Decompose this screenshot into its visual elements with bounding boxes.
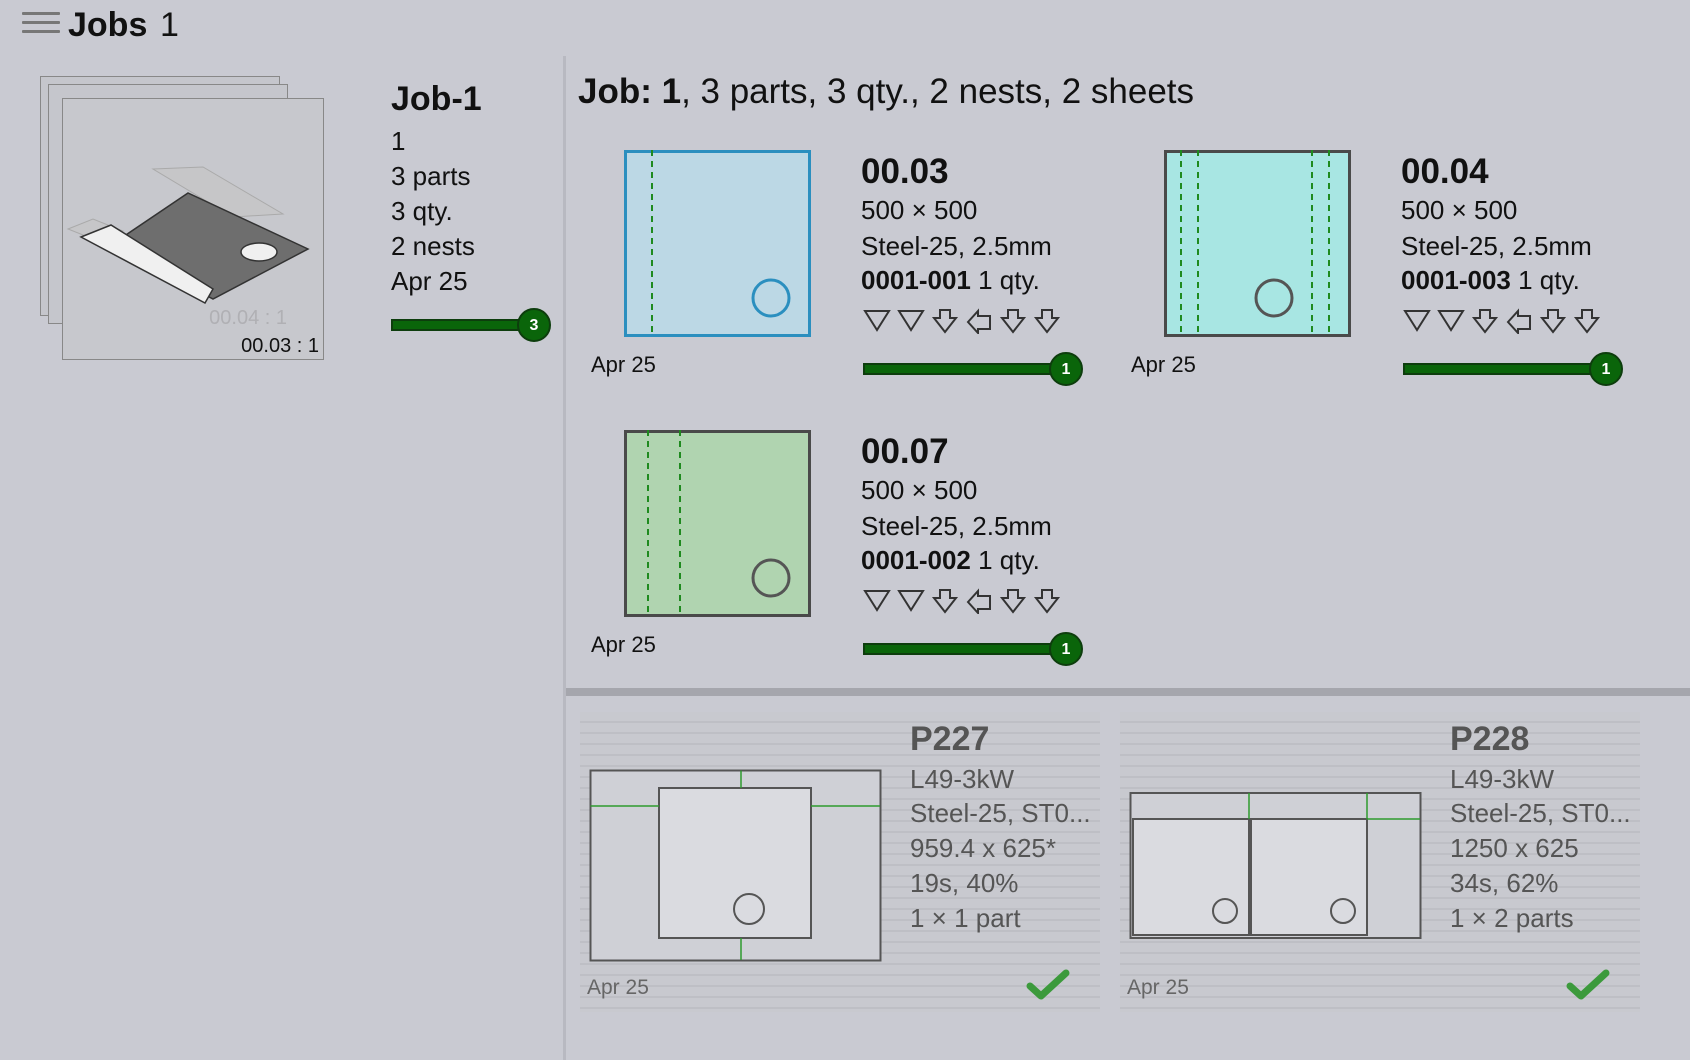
nest-sheet-preview [1129,792,1422,939]
bend-arrow-down-icon [931,589,959,614]
jobs-count: 1 [160,6,179,44]
nest-title: P227 [910,720,990,758]
page-title: Jobs [68,6,148,44]
job-thumbnail[interactable]: 00.04 : 1 00.03 : 1 [38,76,328,366]
job-nests: 2 nests [391,231,475,261]
job-qty: 3 qty. [391,196,453,226]
bend-down-icon [863,310,891,332]
part-material: Steel-25, 2.5mm [861,511,1052,541]
part-order: 0001-003 1 qty. [1401,265,1580,296]
part-card[interactable]: Apr 25 00.04 500 × 500 Steel-25, 2.5mm 0… [1131,150,1644,400]
job-summary-prefix: Job: 1 [578,72,682,111]
part-date: Apr 25 [1131,352,1196,377]
nest-material: Steel-25, ST0... [1450,798,1631,828]
nest-parts: 1 × 1 part [910,903,1021,933]
nest-parts: 1 × 2 parts [1450,903,1574,933]
part-size: 500 × 500 [1401,195,1518,225]
part-progress: 1 [863,352,1083,386]
bend-arrow-down-icon [1033,589,1061,614]
bend-arrow-down-icon [999,309,1027,334]
bend-down-icon [897,310,925,332]
part-date: Apr 25 [591,632,656,657]
bend-arrow-down-icon [1033,309,1061,334]
part-title: 00.04 [1401,152,1489,191]
part-operations [1403,308,1601,334]
check-icon [1026,969,1070,1000]
job-summary: Job: 1, 3 parts, 3 qty., 2 nests, 2 shee… [578,72,1194,112]
part-material: Steel-25, 2.5mm [1401,231,1592,261]
nest-date: Apr 25 [1127,976,1189,999]
nest-time: 34s, 62% [1450,868,1559,898]
part-qty: 1 qty. [978,265,1040,295]
job-summary-rest: , 3 parts, 3 qty., 2 nests, 2 sheets [681,72,1195,111]
part-title: 00.03 [861,152,949,191]
part-date: Apr 25 [591,352,656,377]
part-progress-badge: 1 [1049,632,1083,666]
nest-material: Steel-25, ST0... [910,798,1091,828]
part-progress-bar [863,363,1055,375]
job-name[interactable]: Job-1 [391,80,482,119]
part-3d-preview [66,166,310,305]
nest-time: 19s, 40% [910,868,1019,898]
nest-size: 1250 x 625 [1450,833,1579,863]
bend-arrow-left-icon [1506,308,1531,334]
nest-date: Apr 25 [587,976,649,999]
nest-card[interactable]: P228 L49-3kW Steel-25, ST0... 1250 x 625… [1120,712,1640,1012]
part-qty: 1 qty. [1518,265,1580,295]
nests-splitter[interactable] [566,688,1690,696]
thumb-front-label: 00.03 : 1 [241,335,319,357]
part-operations [863,308,1061,334]
job-progress-badge: 3 [517,308,551,342]
part-preview [1164,150,1351,337]
bend-arrow-left-icon [966,588,991,614]
part-progress: 1 [863,632,1083,666]
part-preview [624,150,811,337]
panel-splitter[interactable] [563,56,566,1060]
bend-arrow-down-icon [1539,309,1567,334]
part-card[interactable]: Apr 25 00.03 500 × 500 Steel-25, 2.5mm 0… [591,150,1104,400]
part-progress-bar [1403,363,1595,375]
check-icon [1566,969,1610,1000]
job-parts: 3 parts [391,161,471,191]
thumb-back-label: 00.04 : 1 [209,307,287,329]
job-progress: 3 [391,308,553,342]
nest-machine: L49-3kW [910,764,1015,794]
part-code: 0001-003 [1401,265,1511,295]
bend-down-icon [1403,310,1431,332]
part-card[interactable]: Apr 25 00.07 500 × 500 Steel-25, 2.5mm 0… [591,430,1104,680]
part-title: 00.07 [861,432,949,471]
job-number: 1 [391,126,406,156]
bend-arrow-down-icon [931,309,959,334]
job-date: Apr 25 [391,266,468,296]
part-progress: 1 [1403,352,1623,386]
part-material: Steel-25, 2.5mm [861,231,1052,261]
bend-arrow-down-icon [999,589,1027,614]
part-operations [863,588,1061,614]
part-code: 0001-001 [861,265,971,295]
nest-size: 959.4 x 625* [910,833,1057,863]
thumb-front-card: 00.04 : 1 00.03 : 1 [62,98,324,360]
bend-down-icon [897,590,925,612]
part-order: 0001-002 1 qty. [861,545,1040,576]
bend-arrow-down-icon [1471,309,1499,334]
part-progress-badge: 1 [1049,352,1083,386]
bend-down-icon [863,590,891,612]
part-progress-bar [863,643,1055,655]
part-size: 500 × 500 [861,195,978,225]
bend-down-icon [1437,310,1465,332]
part-code: 0001-002 [861,545,971,575]
bend-arrow-left-icon [966,308,991,334]
part-size: 500 × 500 [861,475,978,505]
bend-arrow-down-icon [1573,309,1601,334]
nest-card[interactable]: P227 L49-3kW Steel-25, ST0... 959.4 x 62… [580,712,1100,1012]
part-preview [624,430,811,617]
part-order: 0001-001 1 qty. [861,265,1040,296]
job-progress-bar [391,319,525,331]
menu-icon[interactable] [22,12,60,40]
nest-machine: L49-3kW [1450,764,1555,794]
part-progress-badge: 1 [1589,352,1623,386]
part-qty: 1 qty. [978,545,1040,575]
nest-title: P228 [1450,720,1530,758]
nest-sheet-preview [589,769,882,962]
